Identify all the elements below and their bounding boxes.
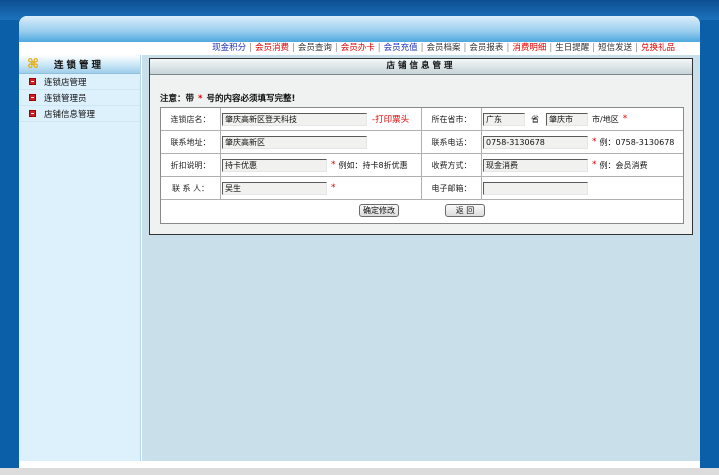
required-star: * — [331, 183, 336, 193]
email-input[interactable] — [483, 181, 588, 195]
nav-separator: | — [463, 43, 467, 53]
required-star: * — [622, 114, 628, 124]
payment-hint: 例：会员消费 — [599, 160, 648, 170]
nav-sms-send[interactable]: 短信发送 — [598, 43, 632, 53]
city-unit: 市/地区 — [592, 114, 619, 124]
sidebar-item-store-info[interactable]: 店铺信息管理 — [19, 106, 140, 122]
nav-separator: | — [291, 43, 295, 53]
sidebar-item-chain-admins[interactable]: 连锁管理员 — [19, 90, 140, 106]
nav-cash-points[interactable]: 现金积分 — [212, 43, 246, 53]
sidebar-header: ⌘ 连锁管理 — [19, 55, 140, 74]
address-label: 联系地址： — [161, 131, 221, 153]
nav-separator: | — [549, 43, 553, 53]
main-content: 店铺信息管理 注意：带 * 号的内容必须填写完整! 连锁店名： 肇庆高新区登天科技 … — [142, 55, 700, 461]
nav-member-consume[interactable]: 会员消费 — [255, 43, 289, 53]
store-name-label: 连锁店名： — [161, 108, 221, 130]
print-ticket-header-link[interactable]: -打印票头 — [372, 113, 409, 125]
sidebar-item-label: 连锁店管理 — [44, 77, 87, 88]
top-nav: 现金积分 | 会员消费 | 会员查询 | 会员办卡 | 会员充值 | 会员档案 | 会员报表 | 消费明细 |… — [19, 42, 700, 55]
phone-cell: 0758-3130678 * 例：0758-3130678 — [482, 131, 683, 153]
store-info-form: 连锁店名： 肇庆高新区登天科技 -打印票头 所在省市： 广东 省 肇庆市 市/地… — [160, 107, 684, 224]
nav-redeem-gift[interactable]: 兑换礼品 — [641, 43, 675, 53]
required-notice: 注意：带 * 号的内容必须填写完整! — [160, 92, 295, 104]
province-cell: 广东 省 肇庆市 市/地区 * — [482, 108, 683, 130]
form-row: 联 系 人： 吴生 * 电子邮箱： — [161, 177, 683, 200]
back-button[interactable]: 返 回 — [445, 204, 485, 217]
city-input[interactable]: 肇庆市 — [546, 112, 588, 126]
form-row: 连锁店名： 肇庆高新区登天科技 -打印票头 所在省市： 广东 省 肇庆市 市/地… — [161, 108, 683, 131]
nav-separator: | — [635, 43, 638, 53]
sidebar-item-chain-stores[interactable]: 连锁店管理 — [19, 74, 140, 90]
nav-member-query[interactable]: 会员查询 — [298, 43, 332, 53]
discount-input[interactable]: 持卡优惠 — [222, 158, 327, 172]
nav-separator: | — [377, 43, 381, 53]
nav-member-records[interactable]: 会员档案 — [427, 43, 461, 53]
sidebar-item-label: 店铺信息管理 — [44, 109, 96, 120]
contact-cell: 吴生 * — [221, 177, 422, 199]
province-label: 所在省市： — [422, 108, 482, 130]
frame-bottom — [19, 461, 700, 468]
nav-member-recharge[interactable]: 会员充值 — [384, 43, 418, 53]
address-cell: 肇庆高新区 — [221, 131, 422, 153]
minus-bullet-icon — [29, 110, 36, 117]
sidebar-title: 连锁管理 — [54, 60, 105, 71]
window-bottom-strip — [0, 468, 719, 475]
required-star: * — [331, 160, 336, 170]
form-row: 折扣说明： 持卡优惠 * 例如：持卡8折优惠 收费方式： 现金消费 * 例：会员… — [161, 154, 683, 177]
nav-separator: | — [249, 43, 252, 53]
chain-logo-icon: ⌘ — [27, 56, 40, 72]
discount-cell: 持卡优惠 * 例如：持卡8折优惠 — [221, 154, 422, 176]
phone-label: 联系电话： — [422, 131, 482, 153]
nav-separator: | — [506, 43, 510, 53]
required-star: * — [198, 94, 203, 104]
nav-member-reports[interactable]: 会员报表 — [469, 43, 503, 53]
contact-label: 联 系 人： — [161, 177, 221, 199]
notice-suffix: 号的内容必须填写完整! — [206, 94, 296, 104]
minus-bullet-icon — [29, 78, 36, 85]
payment-cell: 现金消费 * 例：会员消费 — [482, 154, 683, 176]
province-input[interactable]: 广东 — [483, 112, 525, 126]
store-name-cell: 肇庆高新区登天科技 -打印票头 — [221, 108, 422, 130]
panel-title: 店铺信息管理 — [150, 59, 692, 75]
payment-label: 收费方式： — [422, 154, 482, 176]
required-star: * — [592, 160, 597, 170]
form-row: 联系地址： 肇庆高新区 联系电话： 0758-3130678 * 例：0758-… — [161, 131, 683, 154]
required-star: * — [592, 137, 597, 147]
nav-member-card[interactable]: 会员办卡 — [341, 43, 375, 53]
email-label: 电子邮箱： — [422, 177, 482, 199]
header-banner — [19, 16, 700, 42]
nav-birthday-reminder[interactable]: 生日提醒 — [555, 43, 589, 53]
contact-input[interactable]: 吴生 — [222, 181, 327, 195]
nav-separator: | — [592, 43, 596, 53]
discount-label: 折扣说明： — [161, 154, 221, 176]
nav-consume-detail[interactable]: 消费明细 — [512, 43, 546, 53]
address-input[interactable]: 肇庆高新区 — [222, 135, 367, 149]
email-cell — [482, 177, 683, 199]
nav-separator: | — [420, 43, 424, 53]
province-unit: 省 — [531, 114, 539, 124]
notice-prefix: 注意：带 — [160, 94, 195, 104]
nav-separator: | — [334, 43, 338, 53]
minus-bullet-icon — [29, 94, 36, 101]
phone-input[interactable]: 0758-3130678 — [483, 135, 588, 149]
form-buttons: 确定修改 返 回 — [161, 200, 683, 223]
store-name-input[interactable]: 肇庆高新区登天科技 — [222, 112, 367, 126]
sidebar-item-label: 连锁管理员 — [44, 93, 87, 104]
payment-input[interactable]: 现金消费 — [483, 158, 588, 172]
discount-hint: 例如：持卡8折优惠 — [338, 160, 408, 170]
sidebar: ⌘ 连锁管理 连锁店管理 连锁管理员 店铺信息管理 — [19, 55, 141, 461]
confirm-modify-button[interactable]: 确定修改 — [359, 204, 399, 217]
store-info-panel: 店铺信息管理 注意：带 * 号的内容必须填写完整! 连锁店名： 肇庆高新区登天科技 … — [149, 58, 693, 235]
phone-hint: 例：0758-3130678 — [599, 137, 675, 147]
